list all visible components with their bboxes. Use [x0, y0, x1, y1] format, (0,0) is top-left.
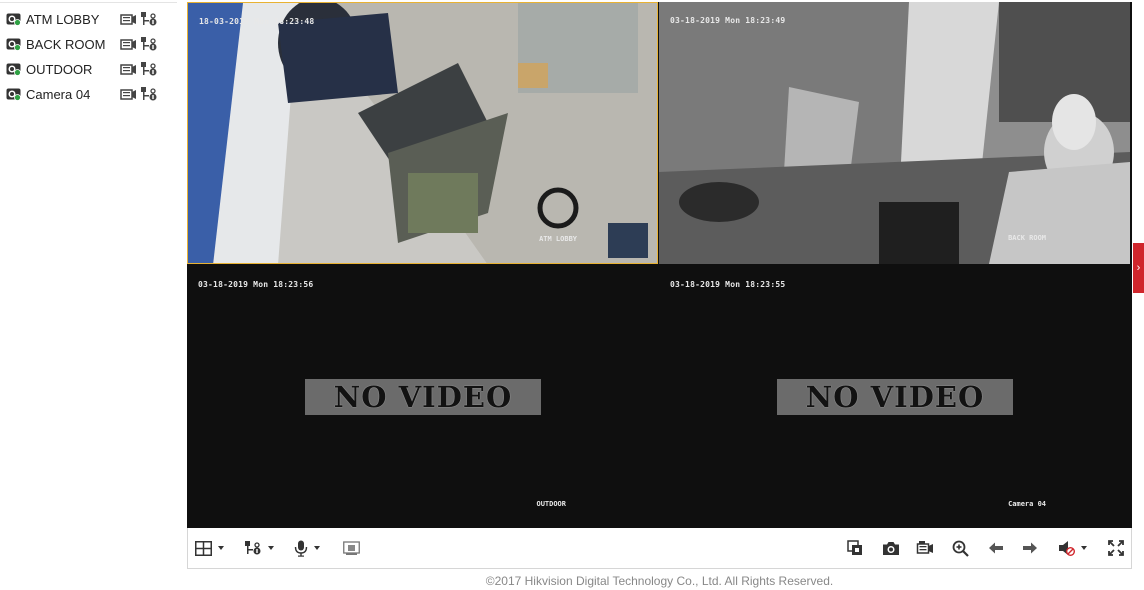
- no-video-overlay: NO VIDEO: [777, 379, 1013, 415]
- no-video-overlay: NO VIDEO: [305, 379, 541, 415]
- arrow-right-icon: [1023, 542, 1037, 554]
- ptz-menu-button[interactable]: [244, 538, 274, 558]
- video-tile-back-room[interactable]: 03-18-2019 Mon 18:23:49 BACK ROOM: [659, 2, 1130, 264]
- audio-button[interactable]: [1058, 538, 1087, 558]
- e-zoom-icon: [343, 541, 360, 555]
- osd-channel-name: ATM LOBBY: [539, 235, 577, 243]
- camera-name: Camera 04: [26, 86, 91, 102]
- live-video-feed: [659, 2, 1130, 264]
- camera-name: OUTDOOR: [26, 61, 93, 77]
- ptz-control-icon[interactable]: [140, 86, 158, 102]
- camera-online-icon: [6, 63, 21, 76]
- start-recording-icon[interactable]: [119, 11, 137, 27]
- video-tile-camera-04[interactable]: 03-18-2019 Mon 18:23:55 NO VIDEO Camera …: [659, 266, 1130, 528]
- video-tile-atm-lobby[interactable]: 18-03-2019 Mon 18:23:48 ATM LOBBY: [187, 2, 658, 264]
- fullscreen-icon: [1108, 540, 1124, 556]
- camera-item-outdoor[interactable]: OUTDOOR: [6, 58, 171, 80]
- zoom-in-button[interactable]: [952, 538, 969, 558]
- audio-muted-icon: [1059, 541, 1075, 556]
- camera-name: BACK ROOM: [26, 36, 106, 52]
- dropdown-caret-icon: [314, 546, 320, 550]
- copyright-footer: ©2017 Hikvision Digital Technology Co., …: [485, 574, 834, 588]
- no-video-text: NO VIDEO: [805, 380, 985, 414]
- layout-grid-icon: [195, 540, 212, 556]
- camera-online-icon: [6, 88, 21, 101]
- camera-online-icon: [6, 38, 21, 51]
- osd-timestamp: 03-18-2019 Mon 18:23:56: [198, 280, 314, 289]
- stop-all-icon: [847, 539, 862, 555]
- capture-button[interactable]: [882, 538, 900, 558]
- microphone-icon: [294, 540, 308, 557]
- no-video-text: NO VIDEO: [333, 380, 513, 414]
- camera-name: ATM LOBBY: [26, 11, 100, 27]
- osd-timestamp: 03-18-2019 Mon 18:23:49: [670, 16, 786, 25]
- start-recording-icon[interactable]: [119, 61, 137, 77]
- ptz-control-icon[interactable]: [140, 36, 158, 52]
- osd-channel-name: Camera 04: [1008, 500, 1046, 508]
- start-recording-icon[interactable]: [119, 36, 137, 52]
- camera-item-atm-lobby[interactable]: ATM LOBBY: [6, 8, 171, 30]
- dropdown-caret-icon: [268, 546, 274, 550]
- stop-all-button[interactable]: [847, 538, 864, 558]
- osd-timestamp: 03-18-2019 Mon 18:23:55: [670, 280, 786, 289]
- camera-list-panel: ATM LOBBY BACK ROOM OUTDOOR Camera 04: [0, 0, 177, 590]
- record-button[interactable]: [916, 538, 934, 558]
- fullscreen-button[interactable]: [1108, 538, 1124, 558]
- zoom-in-icon: [952, 540, 969, 557]
- ptz-control-icon[interactable]: [140, 61, 158, 77]
- start-recording-icon[interactable]: [119, 86, 137, 102]
- dropdown-caret-icon: [218, 546, 224, 550]
- osd-channel-name: BACK ROOM: [1008, 234, 1046, 242]
- live-view-grid: 18-03-2019 Mon 18:23:48 ATM LOBBY 03-18-…: [187, 2, 1132, 528]
- arrow-left-icon: [989, 542, 1003, 554]
- osd-channel-name: OUTDOOR: [536, 500, 566, 508]
- dropdown-caret-icon: [1081, 546, 1087, 550]
- video-tile-outdoor[interactable]: 03-18-2019 Mon 18:23:56 NO VIDEO OUTDOOR: [187, 266, 658, 528]
- record-icon: [916, 541, 933, 554]
- window-layout-button[interactable]: [195, 538, 224, 558]
- camera-item-camera-04[interactable]: Camera 04: [6, 83, 171, 105]
- live-view-toolbar: [187, 528, 1132, 569]
- ptz-icon: [245, 541, 261, 555]
- chevron-right-icon: ›: [1136, 262, 1141, 274]
- camera-online-icon: [6, 13, 21, 26]
- expand-panel-tab[interactable]: ›: [1133, 243, 1144, 293]
- digital-zoom-button[interactable]: [343, 538, 360, 558]
- two-way-audio-button[interactable]: [294, 538, 320, 558]
- previous-page-button[interactable]: [988, 538, 1004, 558]
- osd-timestamp: 18-03-2019 Mon 18:23:48: [199, 17, 315, 26]
- camera-capture-icon: [883, 541, 899, 555]
- ptz-control-icon[interactable]: [140, 11, 158, 27]
- live-video-feed: [188, 3, 657, 263]
- panel-top-divider: [0, 2, 177, 3]
- next-page-button[interactable]: [1022, 538, 1038, 558]
- camera-item-back-room[interactable]: BACK ROOM: [6, 33, 171, 55]
